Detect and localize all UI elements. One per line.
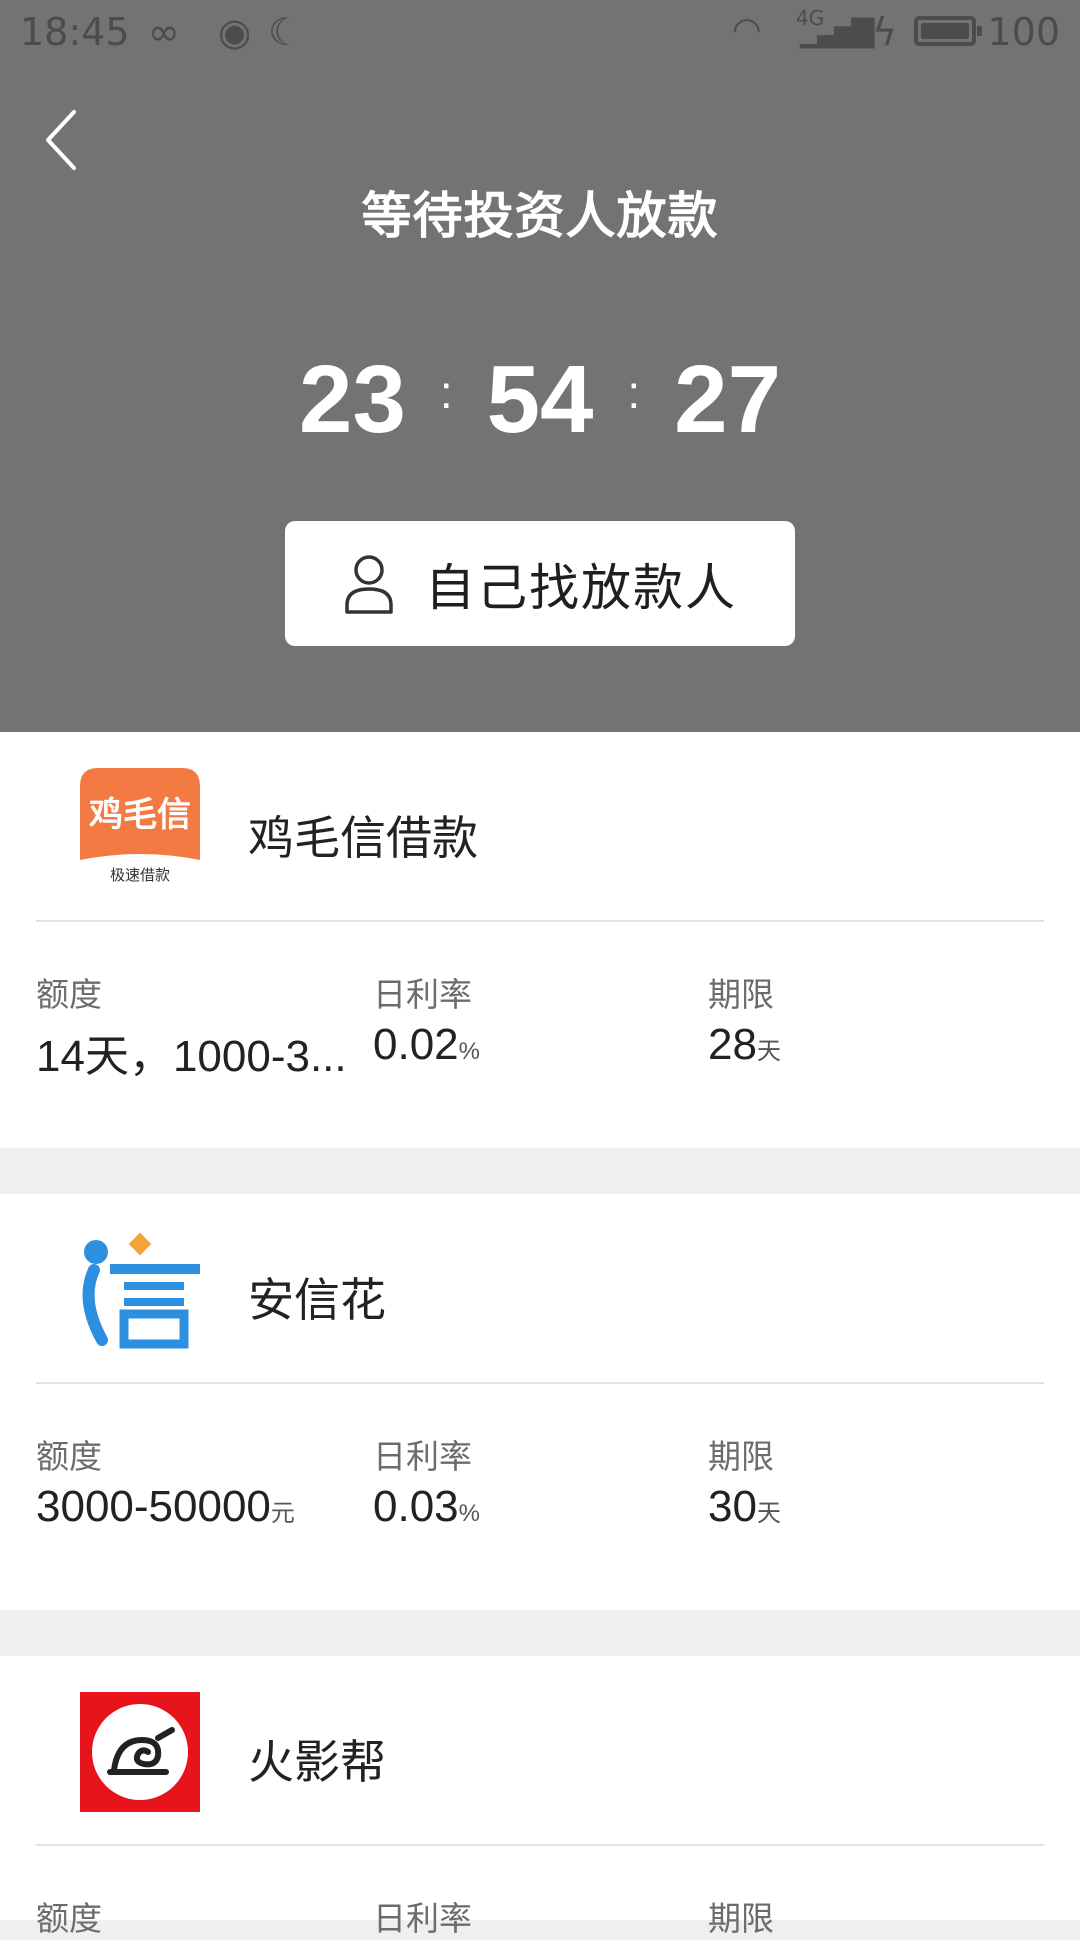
page-title: 等待投资人放款 <box>361 187 719 245</box>
rate-stat: 日利率 0.02% <box>373 968 480 1070</box>
charging-icon: ϟ <box>872 10 898 54</box>
rate-unit: % <box>458 1038 480 1065</box>
lender-logo <box>80 1692 200 1812</box>
rate-unit: % <box>458 1500 480 1527</box>
countdown-timer: 23:54:27 <box>0 345 1080 455</box>
moon-icon: ☾ <box>268 10 303 54</box>
rate-label: 日利率 <box>373 1437 472 1476</box>
term-stat: 期限 30天 <box>708 1430 781 1532</box>
lender-name: 鸡毛信借款 <box>248 811 478 865</box>
countdown-separator: : <box>439 366 453 418</box>
countdown-seconds: 27 <box>674 346 781 453</box>
find-lender-button[interactable]: 自己找放款人 <box>285 521 795 646</box>
lender-card-header[interactable]: 安信花 <box>0 1194 1080 1384</box>
lender-card[interactable]: 火影帮 额度 日利率 期限 <box>0 1656 1080 1938</box>
signal-icon: ▁▃▅▇ <box>800 14 874 49</box>
amount-unit: 元 <box>270 1500 295 1527</box>
amount-value: 14天，1000-3... <box>36 1032 347 1081</box>
countdown-separator: : <box>627 366 641 418</box>
term-unit: 天 <box>756 1500 781 1527</box>
back-button[interactable] <box>36 104 96 174</box>
find-lender-label: 自己找放款人 <box>425 558 737 617</box>
term-stat: 期限 <box>708 1892 774 1940</box>
battery-icon <box>914 16 982 46</box>
term-stat: 期限 28天 <box>708 968 781 1070</box>
aperture-icon: ◉ <box>218 10 252 54</box>
divider <box>36 1382 1044 1384</box>
amount-stat: 额度 <box>36 1892 366 1940</box>
status-bar: 18:45 ∞ ◉ ☾ ◠ 4G ▁▃▅▇ ϟ 100 <box>0 0 1080 66</box>
person-icon <box>345 554 393 614</box>
countdown-minutes: 54 <box>486 346 594 453</box>
amount-label: 额度 <box>36 1437 102 1476</box>
header: 18:45 ∞ ◉ ☾ ◠ 4G ▁▃▅▇ ϟ 100 等待投资人放款 23:5… <box>0 0 1080 732</box>
divider <box>36 1844 1044 1846</box>
amount-label: 额度 <box>36 975 102 1014</box>
rate-label: 日利率 <box>373 975 472 1014</box>
amount-value: 3000-50000 <box>36 1482 271 1531</box>
term-label: 期限 <box>708 1437 774 1476</box>
lender-card[interactable]: 安信花 额度 3000-50000元 日利率 0.03% 期限 30天 <box>0 1194 1080 1610</box>
lender-card[interactable]: 鸡毛信 极速借款 鸡毛信借款 额度 14天，1000-3... 日利率 0.02… <box>0 732 1080 1148</box>
lender-name: 火影帮 <box>248 1735 386 1789</box>
infinity-icon: ∞ <box>148 10 180 54</box>
lender-logo-subtext: 极速借款 <box>110 866 170 884</box>
battery-level: 100 <box>987 10 1060 54</box>
lender-card-header[interactable]: 鸡毛信 极速借款 鸡毛信借款 <box>0 732 1080 922</box>
rate-stat: 日利率 <box>373 1892 472 1940</box>
rate-value: 0.02 <box>373 1020 459 1069</box>
term-label: 期限 <box>708 1899 774 1938</box>
lender-name: 安信花 <box>248 1273 386 1327</box>
lender-logo <box>80 1230 200 1350</box>
lender-logo-text: 鸡毛信 <box>89 795 191 835</box>
divider <box>36 920 1044 922</box>
term-label: 期限 <box>708 975 774 1014</box>
lender-card-header[interactable]: 火影帮 <box>0 1656 1080 1846</box>
rate-label: 日利率 <box>373 1899 472 1938</box>
term-value: 30 <box>708 1482 757 1531</box>
status-time: 18:45 <box>20 10 130 54</box>
chevron-left-icon <box>46 110 76 170</box>
rate-value: 0.03 <box>373 1482 459 1531</box>
term-unit: 天 <box>756 1038 781 1065</box>
rate-stat: 日利率 0.03% <box>373 1430 480 1532</box>
amount-stat: 额度 14天，1000-3... <box>36 968 366 1084</box>
countdown-hours: 23 <box>299 346 406 453</box>
wifi-icon: ◠ <box>732 10 762 50</box>
lender-logo: 鸡毛信 极速借款 <box>80 768 200 888</box>
amount-label: 额度 <box>36 1899 102 1938</box>
amount-stat: 额度 3000-50000元 <box>36 1430 366 1532</box>
term-value: 28 <box>708 1020 757 1069</box>
